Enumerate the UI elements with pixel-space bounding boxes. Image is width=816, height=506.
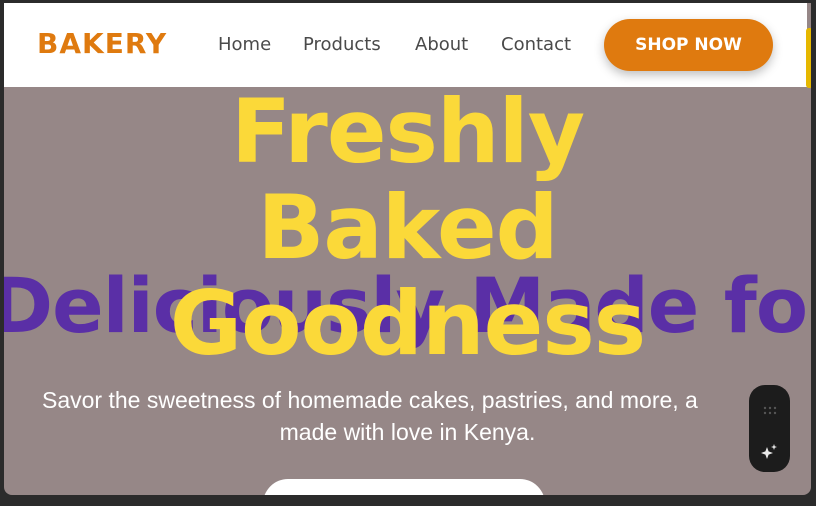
drag-grid-icon[interactable] [763, 406, 777, 415]
floating-toolbar[interactable] [749, 385, 790, 472]
hero-cta-button[interactable] [263, 479, 545, 495]
hero-title: Freshly Baked Goodness [4, 84, 811, 372]
hero-title-line: Baked [257, 176, 558, 279]
hero-title-line: Goodness [169, 272, 646, 375]
nav-link-about[interactable]: About [415, 34, 468, 55]
nav-link-contact[interactable]: Contact [501, 34, 571, 55]
hero-subtitle: Savor the sweetness of homemade cakes, p… [4, 384, 811, 448]
brand-logo[interactable]: BAKERY [37, 27, 167, 60]
browser-viewport: BAKERY Home Products About Contact SHOP … [4, 3, 811, 495]
nav-link-products[interactable]: Products [303, 34, 381, 55]
hero-subtitle-line: Savor the sweetness of homemade cakes, p… [42, 387, 698, 413]
shop-now-button[interactable]: SHOP NOW [604, 19, 773, 71]
sparkle-icon[interactable] [760, 443, 778, 461]
hero-subtitle-line: made with love in Kenya. [279, 419, 536, 445]
navbar: BAKERY Home Products About Contact SHOP … [4, 3, 807, 87]
nav-link-home[interactable]: Home [218, 34, 271, 55]
scrollbar-thumb[interactable] [806, 28, 811, 88]
hero-title-line: Freshly [230, 80, 585, 183]
